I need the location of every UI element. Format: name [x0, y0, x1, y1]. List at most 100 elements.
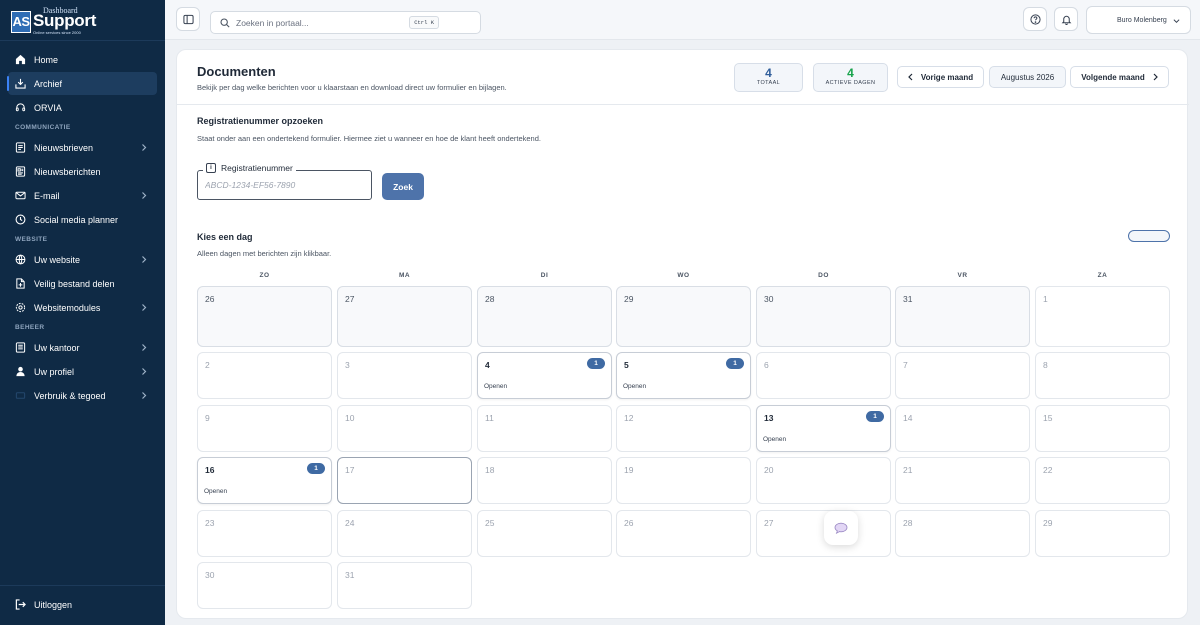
calendar-day: 30 [197, 562, 332, 609]
search-bar[interactable]: Ctrl K [210, 11, 481, 34]
day-number: 29 [1043, 518, 1053, 528]
account-menu[interactable]: Buro Molenberg [1086, 6, 1191, 34]
sidebar-item-label: Archief [34, 78, 63, 89]
sidebar-item-label: Veilig bestand delen [34, 278, 115, 289]
calendar-day[interactable]: 16 1 Openen [197, 457, 332, 504]
day-number: 11 [485, 413, 494, 423]
day-number: 22 [1043, 465, 1053, 475]
sidebar-item-nieuwsbrieven[interactable]: Nieuwsbrieven [8, 136, 157, 159]
day-number: 14 [903, 413, 913, 423]
stat-total: 4 TOTAAL [734, 63, 803, 92]
sidebar-item-archief[interactable]: Archief [7, 72, 157, 95]
previous-month-label: Vorige maand [920, 72, 974, 82]
logo[interactable]: AS Dashboard Support Online services sin… [11, 6, 96, 35]
sidebar-item-uw-website[interactable]: Uw website [8, 248, 157, 271]
search-button[interactable]: Zoek [382, 173, 424, 200]
sidebar-item-label: Uw website [34, 254, 81, 265]
sidebar-toggle-button[interactable] [176, 7, 200, 31]
sidebar-item-veilig-bestand-delen[interactable]: Veilig bestand delen [8, 272, 157, 295]
open-link[interactable]: Openen [623, 383, 646, 390]
day-number: 30 [764, 294, 774, 304]
message-count-badge: 1 [307, 463, 325, 474]
day-number: 13 [764, 413, 774, 423]
sidebar-item-websitemodules[interactable]: Websitemodules [8, 296, 157, 319]
divider [0, 40, 165, 41]
sidebar-item-label: Uw kantoor [34, 342, 80, 353]
calendar-day: 19 [616, 457, 751, 504]
day-number: 1 [1043, 294, 1048, 304]
chevron-right-icon [142, 392, 147, 399]
calendar-day: 29 [616, 286, 751, 347]
calendar-day[interactable]: 13 1 Openen [756, 405, 891, 452]
sidebar-section-title: BEHEER [15, 324, 45, 331]
registration-number-field[interactable]: i Registratienummer [197, 163, 372, 200]
day-number: 30 [205, 570, 215, 580]
day-number: 7 [903, 360, 908, 370]
day-number: 28 [485, 294, 495, 304]
view-toggle[interactable] [1128, 230, 1170, 242]
weekday-label: DO [818, 272, 829, 279]
sidebar-item-label: Home [34, 54, 59, 65]
search-input[interactable] [236, 17, 406, 28]
open-link[interactable]: Openen [204, 488, 227, 495]
chat-bubble-icon [834, 522, 848, 534]
logout-button[interactable]: Uitloggen [8, 593, 157, 616]
sidebar-item-label: Uw profiel [34, 366, 75, 377]
stat-active-days-value: 4 [847, 66, 854, 80]
calendar-day: 27 [337, 286, 472, 347]
help-icon [1029, 13, 1041, 25]
calendar-day: 6 [756, 352, 891, 399]
current-month-label: Augustus 2026 [989, 66, 1066, 88]
day-number: 19 [624, 465, 634, 475]
sidebar-item-orvia[interactable]: ORVIA [8, 96, 157, 119]
lookup-subtitle: Staat onder aan een ondertekend formulie… [197, 134, 541, 143]
account-name: Buro Molenberg [1117, 16, 1167, 24]
home-icon [15, 54, 26, 65]
sidebar-item-verbruik-tegoed[interactable]: Verbruik & tegoed [8, 384, 157, 407]
chat-button[interactable] [824, 511, 858, 545]
calendar-day[interactable]: 5 1 Openen [616, 352, 751, 399]
day-number: 27 [764, 518, 774, 528]
sidebar-item-label: E-mail [34, 190, 60, 201]
calendar-day: 28 [477, 286, 612, 347]
day-number: 4 [485, 360, 490, 370]
day-number: 31 [903, 294, 913, 304]
sidebar-item-home[interactable]: Home [8, 48, 157, 71]
sidebar-item-label: Nieuwsbrieven [34, 142, 94, 153]
registration-number-input[interactable] [198, 171, 371, 199]
archive-icon [15, 78, 26, 89]
calendar-day: 31 [895, 286, 1030, 347]
sidebar-item-social-media-planner[interactable]: Social media planner [8, 208, 157, 231]
notifications-button[interactable] [1054, 7, 1078, 31]
calendar-day: 23 [197, 510, 332, 557]
help-button[interactable] [1023, 7, 1047, 31]
sidebar: AS Dashboard Support Online services sin… [0, 0, 165, 625]
open-link[interactable]: Openen [763, 436, 786, 443]
sidebar-item-label: Websitemodules [34, 302, 101, 313]
sidebar-item-label: Nieuwsberichten [34, 166, 101, 177]
day-number: 26 [624, 518, 634, 528]
calendar-day: 30 [756, 286, 891, 347]
sidebar-item-nieuwsberichten[interactable]: Nieuwsberichten [8, 160, 157, 183]
newsletter-icon [15, 142, 26, 153]
weekday-label: DI [540, 272, 549, 279]
logout-icon [15, 599, 26, 610]
sidebar-item-uw-kantoor[interactable]: Uw kantoor [8, 336, 157, 359]
sidebar-item-uw-profiel[interactable]: Uw profiel [8, 360, 157, 383]
previous-month-button[interactable]: Vorige maand [897, 66, 984, 88]
open-link[interactable]: Openen [484, 383, 507, 390]
day-number: 20 [764, 465, 774, 475]
documents-card: Documenten Bekijk per dag welke berichte… [176, 49, 1189, 619]
info-icon: i [206, 163, 216, 173]
sidebar-item-e-mail[interactable]: E-mail [8, 184, 157, 207]
chevron-right-icon [142, 256, 147, 263]
page-title: Documenten [197, 64, 276, 79]
gear-icon [15, 302, 26, 313]
calendar-day[interactable]: 4 1 Openen [477, 352, 612, 399]
chevron-right-icon [142, 144, 147, 151]
next-month-button[interactable]: Volgende maand [1070, 66, 1169, 88]
chevron-left-icon [907, 73, 913, 81]
page-subtitle: Bekijk per dag welke berichten voor u kl… [197, 83, 507, 92]
mail-icon [15, 190, 26, 201]
stat-total-value: 4 [765, 66, 772, 80]
